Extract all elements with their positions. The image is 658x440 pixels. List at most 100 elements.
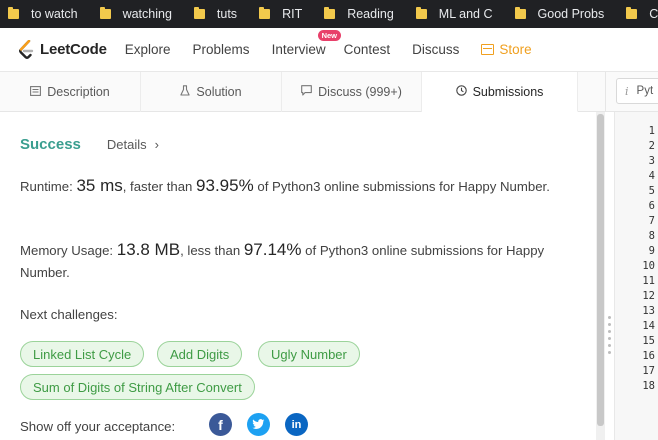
line-number: 13 bbox=[642, 305, 655, 317]
runtime-label: Runtime: bbox=[20, 179, 77, 194]
memory-percent: 97.14% bbox=[243, 240, 302, 259]
line-number: 6 bbox=[648, 200, 655, 212]
line-number: 1 bbox=[648, 125, 655, 137]
memory-summary: Memory Usage: 13.8 MB, less than 97.14% … bbox=[20, 239, 560, 284]
nav-store[interactable]: Store bbox=[481, 42, 532, 57]
bookmark-to-watch[interactable]: to watch bbox=[0, 0, 92, 28]
folder-icon bbox=[415, 7, 427, 19]
details-link[interactable]: Details bbox=[107, 137, 147, 152]
line-number: 15 bbox=[642, 335, 655, 347]
runtime-value: 35 ms bbox=[76, 176, 123, 195]
panel-resize-handle[interactable] bbox=[607, 316, 612, 364]
tab-submissions[interactable]: Submissions bbox=[422, 72, 578, 112]
grip-dot bbox=[608, 344, 611, 347]
problem-tabs: Description Solution Discuss (999+) Subm… bbox=[0, 72, 605, 112]
folder-icon bbox=[8, 7, 19, 19]
new-badge: New bbox=[317, 30, 341, 41]
tab-discuss-label: Discuss (999+) bbox=[318, 85, 402, 99]
bookmark-tuts[interactable]: tuts bbox=[186, 0, 251, 28]
nav-discuss[interactable]: Discuss bbox=[412, 42, 459, 57]
runtime-percent: 93.95% bbox=[196, 176, 254, 195]
tab-description-label: Description bbox=[47, 85, 110, 99]
submission-scrollbar[interactable] bbox=[596, 112, 605, 440]
line-number: 17 bbox=[642, 365, 655, 377]
bookmark-rit[interactable]: RIT bbox=[251, 0, 316, 28]
bookmark-label: ML and C bbox=[438, 7, 493, 21]
clock-icon bbox=[455, 84, 467, 99]
editor-toolbar: i Pyt bbox=[605, 72, 658, 112]
tab-description[interactable]: Description bbox=[0, 72, 141, 112]
nav-problems[interactable]: Problems bbox=[193, 42, 250, 57]
nav-store-label: Store bbox=[499, 42, 532, 57]
store-icon bbox=[481, 44, 495, 55]
challenge-chip[interactable]: Sum of Digits of String After Convert bbox=[20, 374, 255, 400]
folder-icon bbox=[259, 7, 271, 19]
challenge-chip[interactable]: Add Digits bbox=[157, 341, 243, 367]
runtime-mid: , faster than bbox=[122, 179, 197, 194]
bookmark-watching[interactable]: watching bbox=[92, 0, 186, 28]
folder-icon bbox=[193, 7, 205, 19]
code-editor[interactable]: 1 2 3 4 5 6 7 8 9 10 11 12 13 14 15 16 17 18 bbox=[614, 112, 658, 440]
grip-dot bbox=[608, 323, 611, 326]
line-number: 14 bbox=[642, 320, 655, 332]
status-row: Success Details › bbox=[20, 136, 159, 153]
challenge-chip[interactable]: Linked List Cycle bbox=[20, 341, 145, 367]
logo-text: LeetCode bbox=[40, 41, 107, 58]
nav-explore[interactable]: Explore bbox=[125, 42, 171, 57]
language-select[interactable]: i Pyt bbox=[616, 78, 658, 104]
memory-label: Memory Usage: bbox=[20, 243, 117, 258]
info-icon: i bbox=[625, 84, 629, 98]
line-number-gutter: 1 2 3 4 5 6 7 8 9 10 11 12 13 14 15 16 17 18 bbox=[615, 124, 655, 394]
bookmark-ml-and-c[interactable]: ML and C bbox=[408, 0, 507, 28]
bookmark-label: to watch bbox=[31, 7, 78, 21]
line-number: 9 bbox=[648, 245, 655, 257]
grip-dot bbox=[608, 316, 611, 319]
grip-dot bbox=[608, 337, 611, 340]
folder-icon bbox=[626, 7, 638, 19]
line-number: 10 bbox=[642, 260, 655, 272]
leetcode-logo[interactable]: LeetCode bbox=[18, 39, 107, 60]
line-number: 4 bbox=[648, 170, 655, 182]
tab-solution[interactable]: Solution bbox=[141, 72, 282, 112]
bookmarks-bar: to watch watching tuts RIT Reading ML an… bbox=[0, 0, 658, 28]
next-challenges-label: Next challenges: bbox=[20, 307, 118, 322]
tab-submissions-label: Submissions bbox=[472, 84, 544, 99]
twitter-icon[interactable] bbox=[247, 413, 270, 436]
nav-interview[interactable]: Interview New bbox=[271, 30, 341, 57]
bookmark-current[interactable]: Current bbox=[618, 0, 658, 28]
line-number: 7 bbox=[648, 215, 655, 227]
line-number: 3 bbox=[648, 155, 655, 167]
chat-icon bbox=[301, 85, 312, 99]
bookmark-good-probs[interactable]: Good Probs bbox=[507, 0, 619, 28]
memory-value: 13.8 MB bbox=[116, 240, 181, 259]
linkedin-icon[interactable]: in bbox=[285, 413, 308, 436]
bookmark-label: RIT bbox=[282, 7, 303, 21]
line-number: 11 bbox=[642, 275, 655, 287]
line-number: 2 bbox=[648, 140, 655, 152]
runtime-tail: of Python3 online submissions for Happy … bbox=[253, 179, 550, 194]
bookmark-reading[interactable]: Reading bbox=[316, 0, 408, 28]
line-number: 16 bbox=[642, 350, 655, 362]
folder-icon bbox=[324, 7, 336, 19]
bookmark-label: watching bbox=[122, 7, 172, 21]
facebook-icon[interactable]: f bbox=[209, 413, 232, 436]
memory-mid: , less than bbox=[180, 243, 244, 258]
grip-dot bbox=[608, 351, 611, 354]
nav-interview-label: Interview bbox=[271, 42, 326, 57]
tab-discuss[interactable]: Discuss (999+) bbox=[282, 72, 422, 112]
challenge-chip[interactable]: Ugly Number bbox=[258, 341, 360, 367]
bookmark-label: Reading bbox=[347, 7, 394, 21]
language-value: Pyt bbox=[636, 85, 654, 97]
folder-icon bbox=[514, 7, 526, 19]
flask-icon bbox=[180, 85, 191, 99]
share-label: Show off your acceptance: bbox=[20, 419, 176, 434]
grip-dot bbox=[608, 330, 611, 333]
folder-icon bbox=[99, 7, 111, 19]
chevron-right-icon[interactable]: › bbox=[155, 137, 159, 152]
leetcode-logo-icon bbox=[18, 39, 36, 60]
scrollbar-thumb[interactable] bbox=[597, 114, 604, 426]
bookmark-label: tuts bbox=[216, 7, 238, 21]
submission-panel: Success Details › Runtime: 35 ms, faster… bbox=[0, 112, 596, 440]
nav-contest[interactable]: Contest bbox=[344, 42, 391, 57]
tab-solution-label: Solution bbox=[196, 85, 242, 99]
